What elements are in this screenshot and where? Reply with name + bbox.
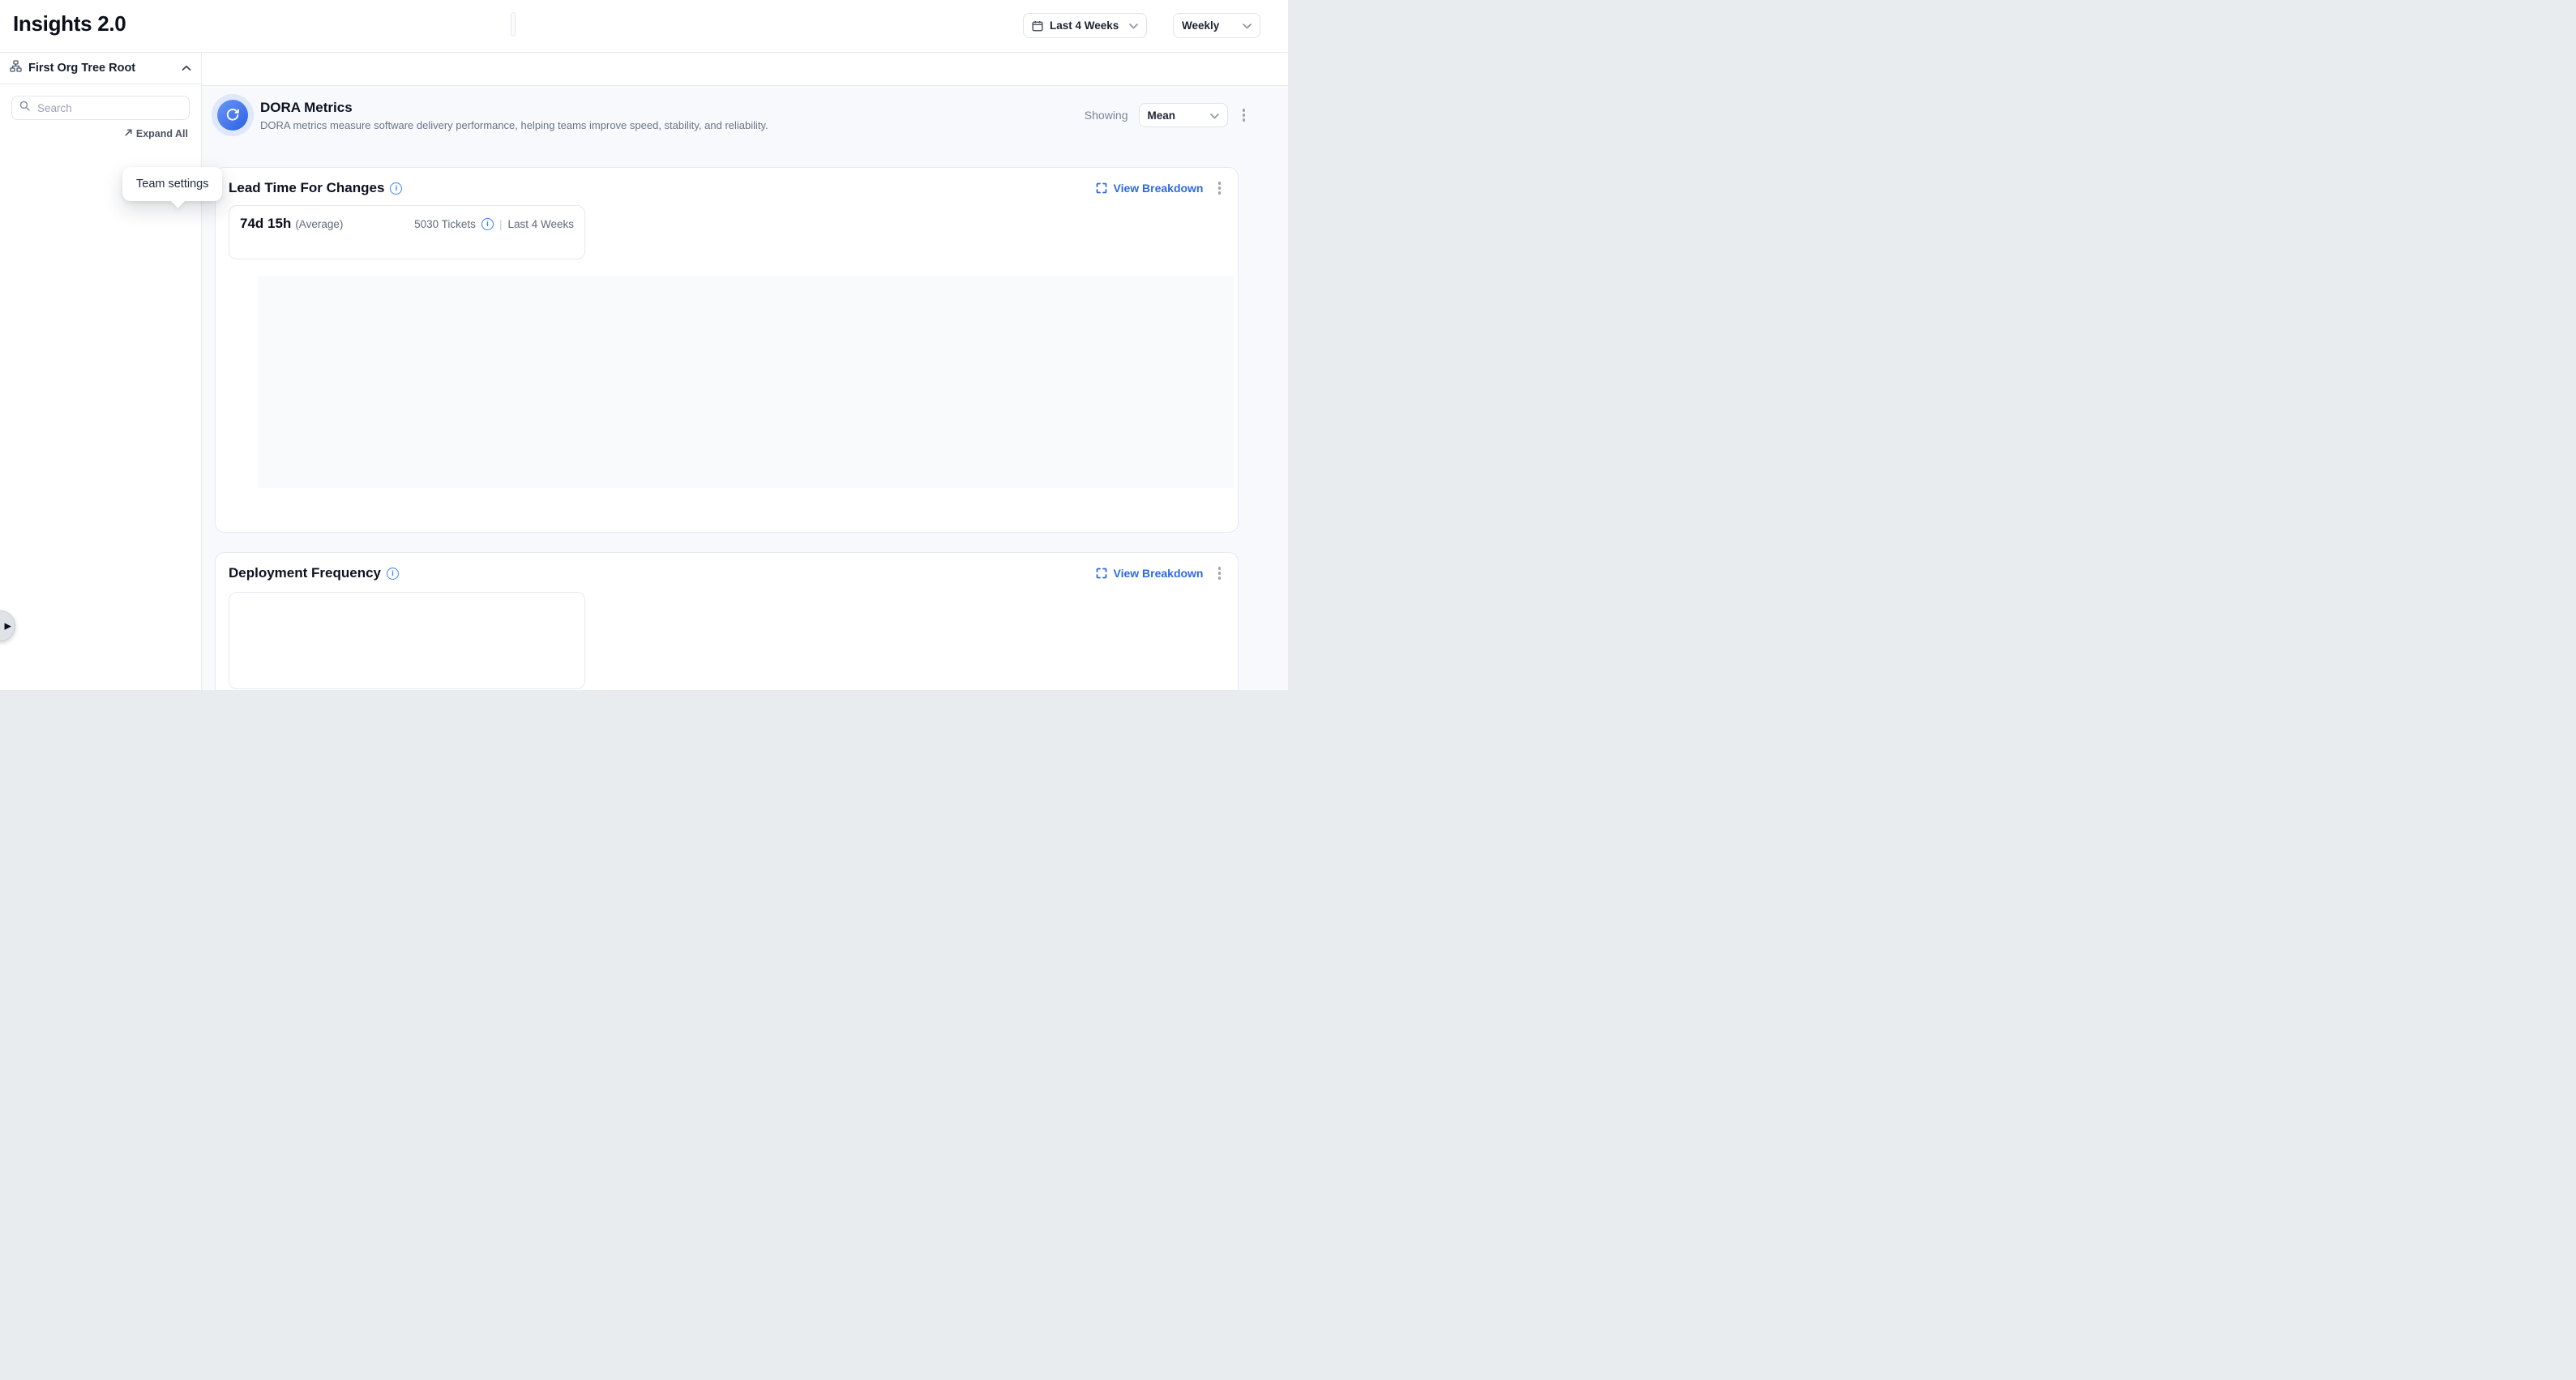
- tab-bar: [202, 53, 1288, 86]
- org-tree-toggle: [511, 12, 516, 36]
- expand-corners-icon: [1096, 182, 1107, 194]
- main-content: DORA Metrics DORA metrics measure softwa…: [202, 53, 1288, 690]
- deployment-frequency-header: Deployment Frequency i View Breakdown: [229, 563, 1225, 584]
- period-dropdown[interactable]: Last 4 Weeks: [1023, 13, 1147, 38]
- lead-time-summary-bar: [240, 241, 574, 249]
- dora-controls: Showing Mean: [1085, 103, 1249, 127]
- info-icon[interactable]: i: [390, 182, 402, 195]
- org-tree-sidebar: First Org Tree Root Expand All Team sett…: [0, 53, 202, 690]
- lead-time-summary-card: 74d 15h (Average) 5030 Tickets i | Last …: [229, 205, 585, 259]
- dora-metrics-icon: [217, 100, 248, 131]
- summary-row: 74d 15h (Average) 5030 Tickets i | Last …: [240, 216, 574, 232]
- top-bar: Insights 2.0 Last 4 Weeks Weekly: [0, 0, 1288, 53]
- lead-time-menu-button[interactable]: [1214, 178, 1226, 198]
- lead-time-panel-header: Lead Time For Changes i View Breakdown: [229, 178, 1225, 199]
- expand-all-label: Expand All: [136, 128, 188, 139]
- chart-plot-area: [258, 276, 1235, 488]
- deployment-frequency-panel: Deployment Frequency i View Breakdown: [215, 552, 1239, 690]
- showing-label: Showing: [1085, 109, 1128, 122]
- info-icon[interactable]: i: [387, 568, 399, 580]
- expand-corners-icon: [1096, 568, 1107, 579]
- sidebar-title: First Org Tree Root: [28, 62, 135, 75]
- sidebar-header: First Org Tree Root: [0, 53, 201, 84]
- lead-time-panel: Lead Time For Changes i View Breakdown 7…: [215, 167, 1239, 533]
- deployment-frequency-menu-button[interactable]: [1214, 564, 1226, 583]
- deployment-frequency-summary-bar: [233, 600, 580, 608]
- chevron-down-icon: [1129, 19, 1138, 32]
- separator: |: [499, 218, 503, 230]
- collapse-sidebar-icon[interactable]: [182, 65, 191, 71]
- dora-subtitle: DORA metrics measure software delivery p…: [260, 119, 768, 131]
- view-breakdown-button[interactable]: View Breakdown: [1096, 567, 1203, 580]
- granularity-dropdown[interactable]: Weekly: [1173, 13, 1260, 38]
- page-title: Insights 2.0: [13, 11, 126, 36]
- view-breakdown-button[interactable]: View Breakdown: [1096, 182, 1203, 195]
- team-settings-tooltip: Team settings: [122, 167, 222, 201]
- org-tree-icon: [10, 60, 22, 76]
- chevron-down-icon: [1210, 109, 1219, 122]
- search-input[interactable]: [36, 101, 182, 115]
- deployment-frequency-title: Deployment Frequency: [229, 565, 381, 581]
- view-breakdown-label: View Breakdown: [1113, 567, 1203, 580]
- dora-menu-button[interactable]: [1239, 105, 1250, 125]
- content-area: DORA Metrics DORA metrics measure softwa…: [215, 94, 1239, 690]
- calendar-icon: [1032, 20, 1043, 32]
- lead-time-title: Lead Time For Changes: [229, 180, 384, 196]
- deployment-frequency-summary-card: [229, 592, 585, 689]
- view-breakdown-label: View Breakdown: [1113, 182, 1203, 195]
- lead-time-chart: [258, 276, 1235, 488]
- insights-dashboard: Insights 2.0 Last 4 Weeks Weekly First O…: [0, 0, 1288, 690]
- dora-titles: DORA Metrics DORA metrics measure softwa…: [260, 100, 768, 131]
- search-icon: [19, 101, 30, 115]
- dora-title: DORA Metrics: [260, 100, 768, 116]
- expand-all-icon: [124, 128, 133, 139]
- search-box[interactable]: [11, 96, 190, 120]
- chart-x-labels: [258, 488, 1235, 514]
- chevron-down-icon: [1243, 19, 1252, 32]
- period-value: Last 4 Weeks: [1050, 19, 1119, 32]
- chart-legend: [229, 517, 1225, 522]
- showing-dropdown[interactable]: Mean: [1139, 103, 1228, 127]
- play-arrow-icon: ▶: [5, 621, 11, 632]
- dora-header: DORA Metrics DORA metrics measure softwa…: [215, 94, 1239, 136]
- summary-meta: 5030 Tickets i | Last 4 Weeks: [414, 218, 574, 230]
- summary-qualifier: (Average): [295, 218, 343, 230]
- granularity-value: Weekly: [1182, 19, 1219, 32]
- showing-value: Mean: [1148, 109, 1176, 122]
- info-icon[interactable]: i: [481, 218, 494, 230]
- summary-period: Last 4 Weeks: [507, 218, 574, 230]
- summary-value: 74d 15h: [240, 216, 291, 232]
- summary-tickets: 5030 Tickets: [414, 218, 476, 230]
- expand-all-button[interactable]: Expand All: [13, 128, 188, 139]
